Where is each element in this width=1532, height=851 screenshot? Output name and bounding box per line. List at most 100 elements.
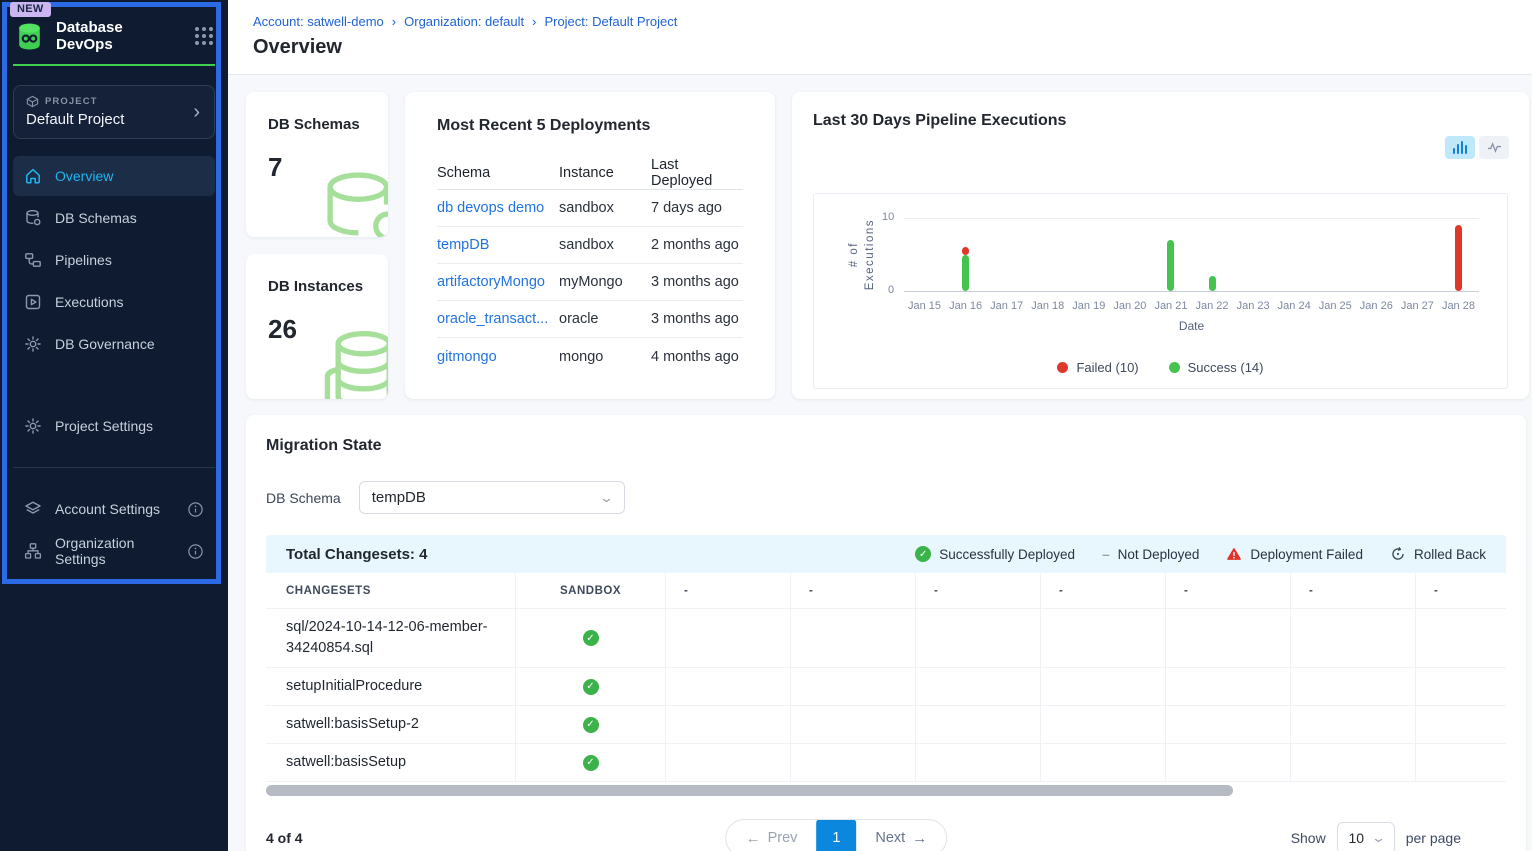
line-chart-toggle-icon[interactable] [1479, 136, 1509, 159]
sidebar-item-project-settings[interactable]: Project Settings [13, 406, 215, 446]
sandbox-status-cell: ✓ [516, 706, 666, 743]
schema-link[interactable]: gitmongo [437, 349, 559, 365]
empty-cell [666, 668, 791, 705]
x-axis-tick-label: Jan 23 [1237, 300, 1270, 312]
changeset-row: satwell:basisSetup-2✓ [266, 706, 1506, 744]
sandbox-status-cell: ✓ [516, 744, 666, 781]
sidebar-tertiary-nav: Account Settings Organization Settings [13, 489, 215, 571]
sidebar-item-pipelines[interactable]: Pipelines [13, 240, 215, 280]
bar-chart-toggle-icon[interactable] [1445, 136, 1475, 159]
sidebar-item-overview[interactable]: Overview [13, 156, 215, 196]
failed-bar [1455, 225, 1462, 291]
breadcrumb-link-account[interactable]: Account: satwell-demo [253, 14, 384, 29]
empty-cell [1291, 744, 1416, 781]
sidebar-item-label: Executions [55, 294, 123, 310]
migration-state-card: Migration State DB Schema tempDB ⌄ Total… [246, 415, 1526, 851]
deployments-table-header: SchemaInstanceLast Deployed [437, 156, 743, 190]
db-schema-select[interactable]: tempDB ⌄ [359, 481, 625, 514]
status-legend-item-rolled-back: Rolled Back [1390, 546, 1486, 562]
warning-triangle-icon [1226, 546, 1242, 562]
sidebar-item-db-schemas[interactable]: DB Schemas [13, 198, 215, 238]
empty-cell [1041, 668, 1166, 705]
empty-cell [916, 706, 1041, 743]
empty-cell [916, 609, 1041, 667]
top-cards-row: DB Schemas 7 DB Instances 26 [246, 92, 1529, 399]
sidebar-item-label: Pipelines [55, 252, 112, 268]
y-axis-tick: 10 [882, 211, 894, 223]
rollback-icon [1390, 546, 1406, 562]
deployment-row: artifactoryMongomyMongo3 months ago [437, 264, 743, 301]
empty-cell [1416, 609, 1506, 667]
sidebar-item-account-settings[interactable]: Account Settings [13, 489, 215, 529]
sidebar-item-db-governance[interactable]: DB Governance [13, 324, 215, 364]
changeset-name-cell: setupInitialProcedure [266, 668, 516, 705]
db-schema-field-row: DB Schema tempDB ⌄ [266, 481, 1506, 514]
next-page-button[interactable]: Next → [856, 820, 946, 851]
empty-cell [1166, 706, 1291, 743]
column-header-empty: - [666, 573, 791, 608]
changeset-row: setupInitialProcedure✓ [266, 668, 1506, 706]
column-header-empty: - [1291, 573, 1416, 608]
x-axis-tick-label: Jan 15 [908, 300, 941, 312]
x-axis-tick-label: Jan 18 [1031, 300, 1064, 312]
instance-cell: sandbox [559, 200, 651, 216]
show-label: Show [1291, 830, 1326, 846]
gear-icon [24, 417, 42, 435]
empty-cell [1166, 609, 1291, 667]
sidebar-secondary-nav: Project Settings [13, 406, 215, 446]
check-circle-icon: ✓ [583, 630, 599, 646]
per-page-label: per page [1406, 830, 1461, 846]
instance-cell: sandbox [559, 237, 651, 253]
status-legend-label: Not Deployed [1118, 547, 1200, 562]
success-bar [962, 255, 969, 292]
changeset-name-cell: sql/2024-10-14-12-06-member-34240854.sql [266, 609, 516, 667]
schema-link[interactable]: artifactoryMongo [437, 274, 559, 290]
prev-page-button[interactable]: ← Prev [727, 820, 817, 851]
changesets-table: CHANGESETSSANDBOX-------- sql/2024-10-14… [266, 573, 1506, 782]
dash-icon: – [1102, 547, 1110, 562]
x-axis-tick-label: Jan 28 [1442, 300, 1475, 312]
x-axis-tick-label: Jan 16 [949, 300, 982, 312]
sidebar-item-label: Account Settings [55, 501, 160, 517]
status-legend-item-not-deployed: –Not Deployed [1102, 546, 1199, 562]
status-legend: ✓Successfully Deployed–Not DeployedDeplo… [915, 546, 1486, 562]
schema-link[interactable]: db devops demo [437, 200, 559, 216]
check-circle-icon: ✓ [915, 546, 931, 562]
empty-cell [1291, 609, 1416, 667]
chart-title: Last 30 Days Pipeline Executions [813, 112, 1508, 130]
breadcrumb-link-project[interactable]: Project: Default Project [544, 14, 677, 29]
sidebar-item-executions[interactable]: Executions [13, 282, 215, 322]
page-size-select[interactable]: 10 ⌄ [1337, 822, 1395, 851]
scrollbar-thumb[interactable] [266, 785, 1233, 796]
sidebar-item-organization-settings[interactable]: Organization Settings [13, 531, 215, 571]
empty-cell [1291, 706, 1416, 743]
empty-cell [666, 706, 791, 743]
column-header-last-deployed: Last Deployed [651, 157, 743, 189]
empty-cell [1416, 706, 1506, 743]
breadcrumb-separator: › [392, 14, 396, 29]
deployment-row: gitmongomongo4 months ago [437, 338, 743, 375]
module-grid-icon[interactable] [193, 25, 215, 47]
arrow-left-icon: ← [746, 830, 761, 847]
pagination: ← Prev 1 Next → [726, 819, 948, 851]
arrow-right-icon: → [912, 830, 927, 847]
horizontal-scrollbar [266, 785, 1506, 796]
empty-cell [1166, 744, 1291, 781]
x-axis-tick-label: Jan 19 [1072, 300, 1105, 312]
breadcrumb-link-organization[interactable]: Organization: default [404, 14, 524, 29]
stat-title: DB Schemas [268, 116, 388, 133]
schema-link[interactable]: oracle_transact... [437, 311, 559, 327]
project-selector[interactable]: PROJECT Default Project › [13, 85, 215, 139]
deployment-row: oracle_transact...oracle3 months ago [437, 301, 743, 338]
empty-cell [1041, 744, 1166, 781]
x-axis-tick-label: Jan 26 [1360, 300, 1393, 312]
info-icon[interactable] [187, 501, 204, 518]
last-deployed-cell: 3 months ago [651, 274, 743, 290]
schema-link[interactable]: tempDB [437, 237, 559, 253]
brand-underline [13, 64, 215, 66]
pipelines-icon [24, 251, 42, 269]
info-icon[interactable] [187, 543, 204, 560]
new-badge: NEW [10, 2, 51, 17]
status-legend-item-deployment-failed: Deployment Failed [1226, 546, 1363, 562]
current-page-button[interactable]: 1 [816, 819, 856, 851]
